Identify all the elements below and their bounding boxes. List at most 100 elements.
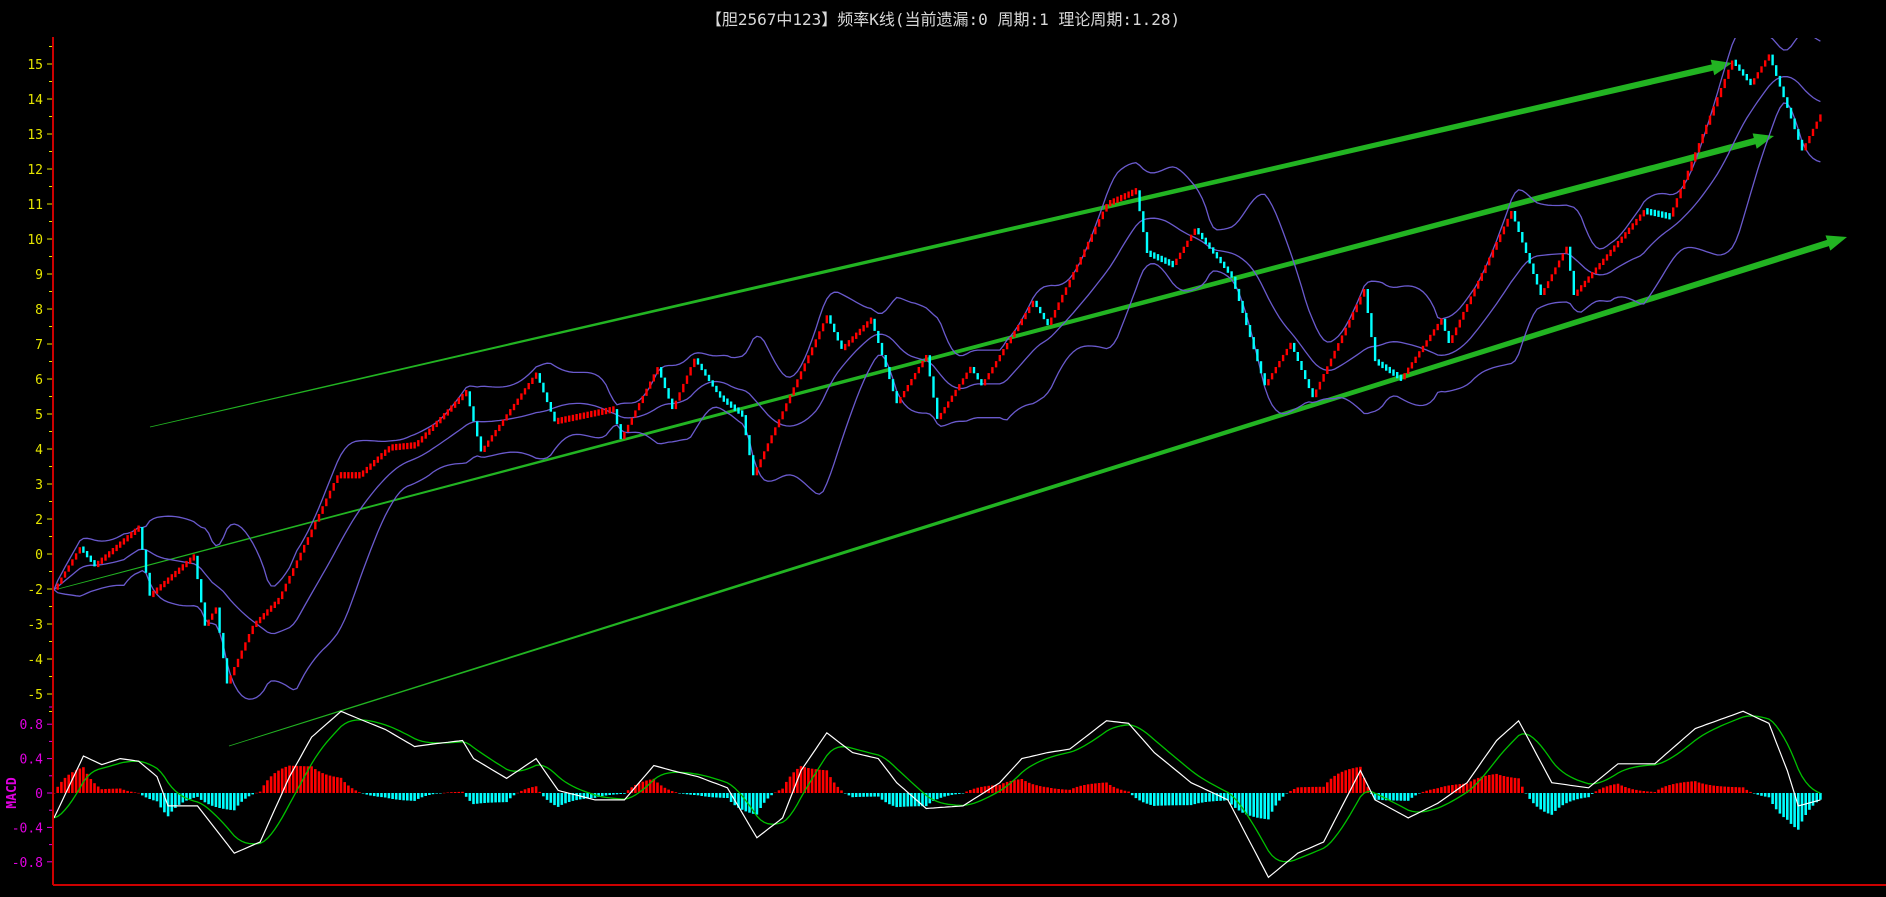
candle-up [520, 393, 523, 400]
chart-canvas[interactable]: 15 14 13 12 11 10 9 8 7 6 5 4 3 2 0 -2 -3 -4 -5 0.8 0.4 0 -0.4… [0, 0, 1886, 897]
macd-bar-positive [1502, 776, 1506, 793]
candle-up [1333, 350, 1336, 359]
candle-up [531, 377, 534, 384]
candle-down [829, 315, 832, 324]
candle-up [906, 385, 909, 392]
macd-bar-negative [185, 793, 188, 801]
candle-up [579, 413, 582, 420]
macd-bar-negative [413, 793, 416, 801]
macd-bar-negative [251, 793, 254, 795]
candle-up [1421, 345, 1425, 353]
candle-up [1322, 374, 1325, 382]
macd-bar-positive [1517, 778, 1520, 793]
candle-down [1171, 260, 1174, 268]
macd-bar-negative [1557, 793, 1561, 808]
macd-bar-negative [891, 793, 895, 806]
candle-up [601, 408, 604, 415]
candle-up [74, 553, 78, 560]
macd-bar-negative [240, 793, 243, 802]
y-tick-label: 14 [27, 93, 43, 108]
macd-bar-negative [188, 793, 192, 800]
macd-bar-positive [1020, 779, 1024, 793]
candle-up [347, 472, 350, 479]
candle-up [1477, 280, 1480, 289]
candle-up [192, 554, 195, 561]
candle-down [880, 342, 884, 355]
macd-bar-negative [490, 793, 494, 803]
macd-bar-negative [682, 793, 685, 794]
macd-bar-negative [1782, 793, 1785, 818]
candle-up [60, 577, 63, 584]
macd-bar-negative [762, 793, 766, 803]
macd-bar-negative [1789, 793, 1793, 824]
candle-up [413, 442, 416, 449]
macd-tick-label: 0.4 [20, 753, 44, 768]
macd-bar-negative [715, 793, 718, 798]
candle-up [1631, 223, 1634, 230]
macd-bar-positive [836, 786, 840, 793]
macd-bar-negative [402, 793, 405, 801]
macd-bar-positive [1101, 782, 1105, 793]
candle-up [1418, 351, 1421, 358]
candle-up [1756, 72, 1759, 79]
candle-up [1708, 115, 1712, 125]
macd-bar-negative [1156, 793, 1160, 806]
macd-bar-negative [155, 793, 159, 802]
macd-bar-positive [107, 788, 111, 793]
candle-down [1657, 210, 1660, 217]
macd-bar-positive [1083, 785, 1086, 793]
macd-bar-positive [1749, 791, 1752, 793]
macd-bar-negative [409, 793, 413, 801]
macd-bar-positive [280, 768, 284, 793]
candle-down [148, 572, 151, 596]
macd-bar-positive [531, 787, 534, 793]
macd-bar-negative [1164, 793, 1167, 806]
candle-down [663, 377, 667, 389]
macd-bar-positive [442, 792, 446, 794]
candle-up [1480, 273, 1483, 281]
macd-bar-negative [1587, 793, 1590, 798]
macd-bar-positive [626, 790, 630, 793]
candle-up [512, 403, 516, 411]
candle-up [925, 355, 928, 362]
candle-down [1385, 364, 1388, 371]
macd-bar-positive [130, 791, 133, 793]
candle-down [1738, 64, 1741, 71]
candle-down [729, 401, 733, 408]
candle-up [240, 650, 243, 659]
candle-up [1675, 198, 1679, 208]
candle-up [1270, 373, 1274, 380]
macd-bar-positive [1708, 785, 1712, 793]
macd-bar-positive [972, 788, 976, 793]
macd-bar-positive [1090, 783, 1094, 793]
candle-up [505, 414, 508, 421]
macd-bar-positive [1300, 787, 1303, 793]
macd-bar-negative [1406, 793, 1410, 801]
candle-up [152, 590, 155, 598]
macd-bar-positive [1289, 791, 1292, 793]
macd-bar-negative [372, 793, 376, 797]
candle-up [770, 435, 773, 444]
candle-down [1234, 276, 1237, 289]
candle-down [93, 560, 96, 567]
macd-bar-positive [1723, 786, 1726, 793]
y-tick-label: 0 [35, 548, 43, 563]
candle-down [1138, 190, 1141, 212]
candle-down [718, 391, 722, 398]
candle-down [1771, 54, 1774, 66]
candle-down [1524, 242, 1528, 253]
candle-down [1263, 373, 1266, 386]
candle-up [1281, 354, 1285, 362]
candle-down [888, 367, 891, 380]
candle-up [1609, 249, 1612, 257]
candle-up [1013, 330, 1016, 338]
macd-bar-negative [1138, 793, 1141, 801]
candle-up [1672, 207, 1675, 217]
macd-bar-negative [1524, 793, 1528, 794]
macd-bar-positive [258, 791, 262, 793]
candle-down [836, 332, 839, 341]
candle-up [166, 577, 170, 584]
candle-up [1550, 274, 1553, 282]
macd-bar-negative [1539, 793, 1542, 810]
candle-up [1605, 254, 1609, 261]
